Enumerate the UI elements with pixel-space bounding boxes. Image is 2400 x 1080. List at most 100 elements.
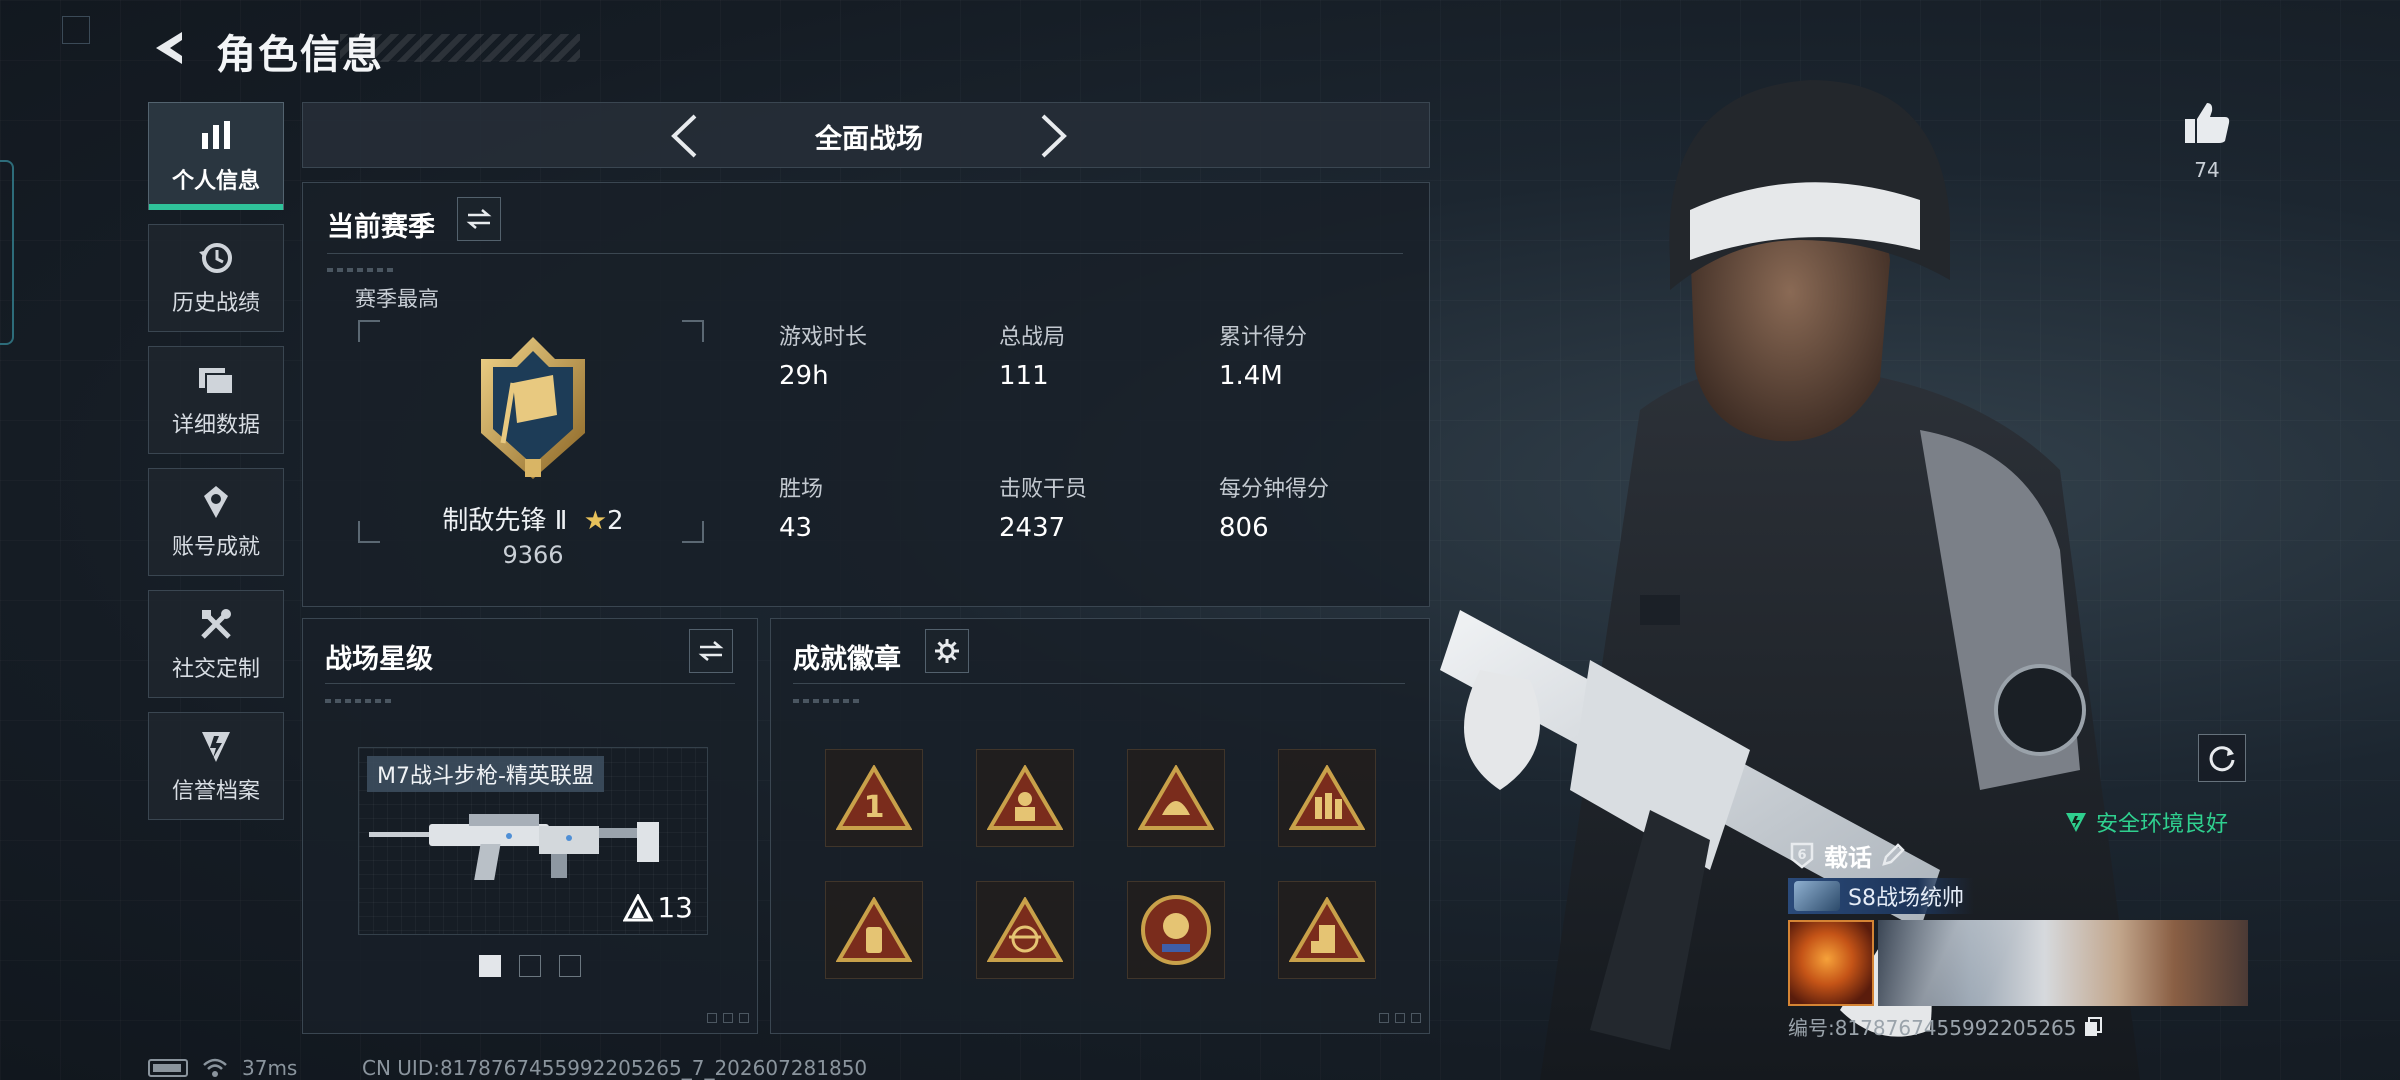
nav-label: 信誉档案 xyxy=(171,779,260,804)
title-emblem-icon xyxy=(1794,881,1840,911)
rank-points: 9366 xyxy=(502,541,564,569)
rank-emblem-icon xyxy=(481,337,585,479)
back-button[interactable] xyxy=(148,26,192,70)
nav-label: 个人信息 xyxy=(171,169,260,194)
stat-total-score: 累计得分 1.4M xyxy=(1219,319,1307,391)
badge-3[interactable] xyxy=(1127,749,1225,847)
refresh-icon xyxy=(2209,746,2235,772)
left-edge-tab[interactable] xyxy=(0,160,14,345)
card-images[interactable] xyxy=(1788,920,2248,1006)
wifi-icon xyxy=(203,1058,227,1077)
chevron-right-icon xyxy=(1041,114,1067,158)
helmet-badge-icon xyxy=(1138,765,1214,830)
card-id-row: 编号:8178767455992205265 xyxy=(1788,1012,2248,1041)
badge-settings-button[interactable] xyxy=(925,629,969,673)
nav-item-history[interactable]: 历史战绩 xyxy=(148,224,284,332)
stat-value: 111 xyxy=(999,361,1049,391)
back-arrow-icon xyxy=(156,32,182,64)
stat-label: 总战局 xyxy=(999,325,1066,350)
badge-4[interactable] xyxy=(1278,749,1376,847)
stat-value: 1.4M xyxy=(1219,361,1283,391)
pager-dot[interactable] xyxy=(559,955,581,977)
ping-value: 37ms xyxy=(242,1056,298,1080)
nav-label: 历史战绩 xyxy=(171,291,260,316)
corner-decoration xyxy=(1371,1013,1421,1027)
shield-icon xyxy=(195,727,237,765)
thumbs-up-icon xyxy=(2185,103,2230,143)
bar-chart-icon xyxy=(195,117,237,155)
badge-7[interactable] xyxy=(1127,881,1225,979)
stat-wins: 胜场 43 xyxy=(779,471,823,543)
swap-icon xyxy=(466,209,492,229)
grenade-badge-icon xyxy=(836,897,912,962)
refresh-button[interactable] xyxy=(2198,734,2246,782)
like-button[interactable] xyxy=(2180,96,2234,150)
stat-value: 806 xyxy=(1219,513,1269,543)
dash-decoration xyxy=(327,268,397,272)
rank-name-row: 制敌先锋 Ⅱ ★2 xyxy=(403,500,663,537)
season-title: 当前赛季 xyxy=(327,212,435,243)
stat-label: 游戏时长 xyxy=(779,325,868,350)
battlefield-star-panel: 战场星级 M7战斗步枪-精英联盟 13 xyxy=(302,618,758,1034)
badge-6[interactable] xyxy=(976,881,1074,979)
side-nav: 个人信息 历史战绩 详细数据 账号成就 社交定制 信誉档案 xyxy=(148,102,284,834)
star-switch-button[interactable] xyxy=(689,629,733,673)
vehicle-label: 载话 xyxy=(1824,843,1872,872)
rank-name: 制敌先锋 Ⅱ xyxy=(442,506,568,536)
nav-item-credit-record[interactable]: 信誉档案 xyxy=(148,712,284,820)
stat-label: 击败干员 xyxy=(999,477,1088,502)
edit-icon[interactable] xyxy=(1880,842,1906,868)
mode-selector: 全面战场 xyxy=(302,102,1430,168)
season-switch-button[interactable] xyxy=(457,197,501,241)
badge-divider xyxy=(793,683,1405,684)
badge-8[interactable] xyxy=(1278,881,1376,979)
nav-item-detailed-data[interactable]: 详细数据 xyxy=(148,346,284,454)
avatar-card-image xyxy=(1788,920,1874,1006)
pager-dot[interactable] xyxy=(519,955,541,977)
vehicle-icon: 6 xyxy=(1790,842,1814,869)
safe-environment-status: 安全环境良好 xyxy=(2064,806,2228,838)
copy-icon[interactable] xyxy=(2083,1016,2103,1038)
nav-label: 社交定制 xyxy=(171,657,260,682)
badge-1[interactable]: 1 xyxy=(825,749,923,847)
badge-panel-title: 成就徽章 xyxy=(793,644,901,675)
folder-icon xyxy=(195,361,237,399)
weapon-card[interactable]: M7战斗步枪-精英联盟 13 xyxy=(358,747,708,935)
rifle-image xyxy=(369,814,659,880)
player-title-banner[interactable]: S8战场统帅 xyxy=(1788,878,1974,914)
stat-label: 每分钟得分 xyxy=(1219,477,1330,502)
safe-environment-text: 安全环境良好 xyxy=(2096,812,2229,837)
chevron-left-icon xyxy=(671,114,697,158)
ammo-badge-icon xyxy=(1289,765,1365,830)
nav-label: 详细数据 xyxy=(171,413,260,438)
badge-2[interactable] xyxy=(976,749,1074,847)
star-panel-title: 战场星级 xyxy=(325,644,433,675)
stat-play-time: 游戏时长 29h xyxy=(779,319,867,391)
battery-icon xyxy=(148,1059,188,1077)
weapon-level: 13 xyxy=(623,891,693,924)
weapon-name: M7战斗步枪-精英联盟 xyxy=(367,756,604,792)
mode-next-button[interactable] xyxy=(1029,109,1079,163)
pager-dot[interactable] xyxy=(479,955,501,977)
dash-decoration xyxy=(793,699,863,703)
card-id: 编号:8178767455992205265 xyxy=(1788,1016,2077,1040)
stat-label: 累计得分 xyxy=(1219,325,1308,350)
dash-decoration xyxy=(325,699,395,703)
tools-icon xyxy=(195,605,237,643)
safe-shield-icon xyxy=(2066,813,2086,832)
vehicle-row: 6 载话 xyxy=(1788,836,2248,874)
nav-item-account-achievements[interactable]: 账号成就 xyxy=(148,468,284,576)
stat-value: 29h xyxy=(779,361,829,391)
mode-label: 全面战场 xyxy=(815,124,923,155)
like-count: 74 xyxy=(2194,158,2220,182)
season-panel: 当前赛季 赛季最高 制敌先锋 Ⅱ ★2 9366 游戏时长 29h 总战局 11… xyxy=(302,182,1430,607)
mode-prev-button[interactable] xyxy=(659,109,709,163)
badge-5[interactable] xyxy=(825,881,923,979)
page-title: 角色信息 xyxy=(216,32,384,78)
nav-item-personal-info[interactable]: 个人信息 xyxy=(148,102,284,210)
stat-total-matches: 总战局 111 xyxy=(999,319,1065,391)
nav-item-social-custom[interactable]: 社交定制 xyxy=(148,590,284,698)
gear-badge-icon xyxy=(1289,897,1365,962)
stat-score-per-minute: 每分钟得分 806 xyxy=(1219,471,1329,543)
corner-decoration xyxy=(699,1013,749,1027)
